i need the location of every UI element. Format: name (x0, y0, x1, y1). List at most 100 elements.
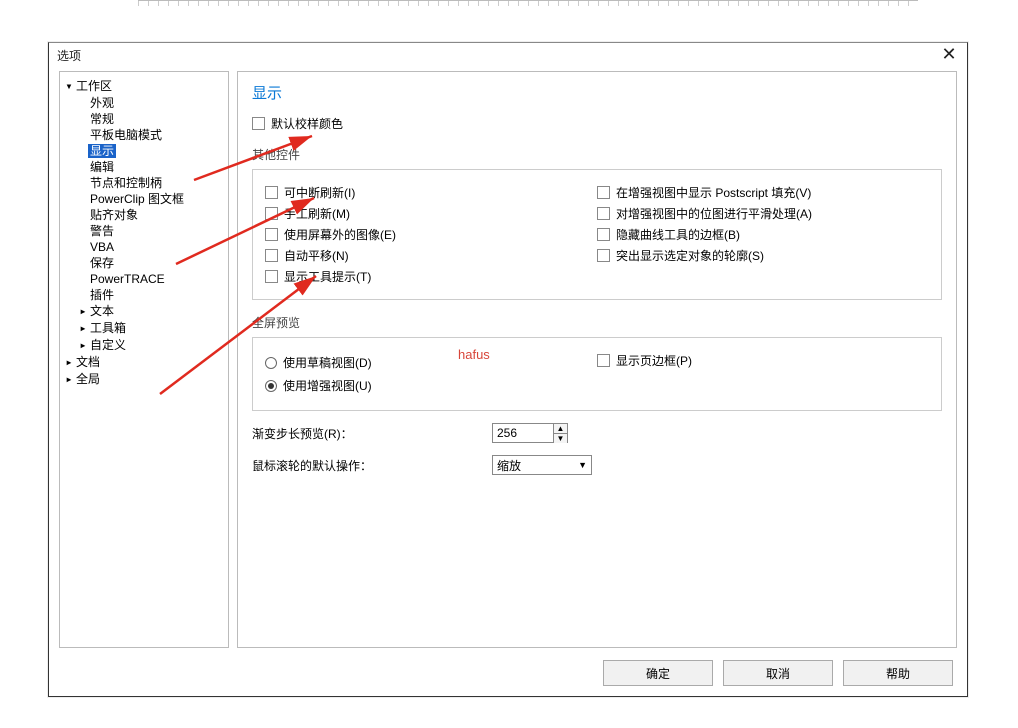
tree-item-label: PowerTRACE (88, 272, 167, 286)
checkbox-show-page-border[interactable]: 显示页边框(P) (597, 352, 929, 369)
spinner-up-icon[interactable]: ▲ (554, 424, 567, 434)
checkbox-row[interactable]: 显示工具提示(T) (265, 268, 597, 285)
checkbox-row[interactable]: 手工刷新(M) (265, 205, 597, 222)
tree-item-label: 自定义 (88, 338, 128, 352)
tree-item-label: 文档 (74, 355, 102, 369)
tree-expander-icon[interactable]: ▸ (78, 338, 88, 354)
tree-item[interactable]: 插件 (64, 287, 224, 303)
row-mouse-wheel: 鼠标滚轮的默认操作： 缩放 ▼ (252, 455, 942, 475)
spinner-down-icon[interactable]: ▼ (554, 434, 567, 443)
checkbox-label: 显示工具提示(T) (284, 268, 371, 285)
group-title: 其他控件 (252, 146, 942, 163)
tree-item-label: 全局 (74, 372, 102, 386)
checkbox-row[interactable]: 隐藏曲线工具的边框(B) (597, 226, 929, 243)
row-label: 鼠标滚轮的默认操作： (252, 457, 492, 474)
tree-item-label: PowerClip 图文框 (88, 192, 186, 206)
dialog-buttons: 确定 取消 帮助 (603, 660, 953, 686)
checkbox-label: 自动平移(N) (284, 247, 349, 264)
checkbox-label: 使用屏幕外的图像(E) (284, 226, 396, 243)
fountain-steps-input[interactable] (493, 424, 553, 442)
tree-item[interactable]: ▸全局 (64, 371, 224, 388)
radio-label: 使用草稿视图(D) (283, 354, 372, 371)
group-other-controls: 其他控件 可中断刷新(I) 手工刷新(M) 使用屏幕外的图像(E) 自动平移(N) 显示… (252, 146, 942, 300)
radio-enhanced-view[interactable]: 使用增强视图(U) (265, 377, 597, 394)
ruler-top (138, 0, 918, 6)
tree-item[interactable]: ▾工作区 (64, 78, 224, 95)
tree-expander-icon[interactable]: ▾ (64, 79, 74, 95)
tree-item[interactable]: 平板电脑模式 (64, 127, 224, 143)
checkbox-icon (265, 228, 278, 241)
radio-icon (265, 380, 277, 392)
fountain-steps-spinner[interactable]: ▲ ▼ (492, 423, 568, 443)
dialog-titlebar: 选项 ✕ (49, 43, 967, 69)
checkbox-icon (265, 270, 278, 283)
tree-item-label: 显示 (88, 144, 116, 158)
tree-expander-icon[interactable]: ▸ (78, 321, 88, 337)
row-fountain-steps: 渐变步长预览(R)： ▲ ▼ (252, 423, 942, 443)
tree-item-label: 工作区 (74, 79, 114, 93)
button-label: 帮助 (886, 665, 910, 682)
checkbox-row[interactable]: 突出显示选定对象的轮廓(S) (597, 247, 929, 264)
tree-item[interactable]: 贴齐对象 (64, 207, 224, 223)
tree-item-label: 保存 (88, 256, 116, 270)
checkbox-icon (597, 354, 610, 367)
tree-expander-icon[interactable]: ▸ (64, 355, 74, 371)
close-icon[interactable]: ✕ (939, 43, 959, 65)
tree-item-label: 平板电脑模式 (88, 128, 164, 142)
tree-item[interactable]: ▸自定义 (64, 337, 224, 354)
tree-expander-icon[interactable]: ▸ (64, 372, 74, 388)
tree-item[interactable]: PowerClip 图文框 (64, 191, 224, 207)
chevron-down-icon: ▼ (578, 460, 587, 470)
tree-item[interactable]: ▸工具箱 (64, 320, 224, 337)
checkbox-row[interactable]: 对增强视图中的位图进行平滑处理(A) (597, 205, 929, 222)
options-tree[interactable]: ▾工作区外观常规平板电脑模式显示编辑节点和控制柄PowerClip 图文框贴齐对… (59, 71, 229, 648)
group-fullscreen-preview: 全屏预览 使用草稿视图(D) 使用增强视图(U) (252, 314, 942, 411)
checkbox-label: 显示页边框(P) (616, 352, 692, 369)
tree-item-label: 节点和控制柄 (88, 176, 164, 190)
checkbox-default-proof-colors[interactable]: 默认校样颜色 (252, 115, 942, 132)
tree-item[interactable]: PowerTRACE (64, 271, 224, 287)
checkbox-label: 手工刷新(M) (284, 205, 350, 222)
tree-item[interactable]: 保存 (64, 255, 224, 271)
checkbox-row[interactable]: 可中断刷新(I) (265, 184, 597, 201)
tree-expander-icon[interactable]: ▸ (78, 304, 88, 320)
radio-draft-view[interactable]: 使用草稿视图(D) (265, 354, 597, 371)
checkbox-row[interactable]: 在增强视图中显示 Postscript 填充(V) (597, 184, 929, 201)
tree-item[interactable]: ▸文本 (64, 303, 224, 320)
radio-label: 使用增强视图(U) (283, 377, 372, 394)
tree-item-label: 贴齐对象 (88, 208, 140, 222)
checkbox-icon (265, 249, 278, 262)
checkbox-label: 突出显示选定对象的轮廓(S) (616, 247, 764, 264)
checkbox-icon (265, 186, 278, 199)
tree-item-label: 外观 (88, 96, 116, 110)
tree-item[interactable]: 节点和控制柄 (64, 175, 224, 191)
checkbox-label: 默认校样颜色 (271, 115, 343, 132)
row-label: 渐变步长预览(R)： (252, 425, 492, 442)
radio-icon (265, 357, 277, 369)
tree-item[interactable]: 常规 (64, 111, 224, 127)
ok-button[interactable]: 确定 (603, 660, 713, 686)
tree-item[interactable]: 外观 (64, 95, 224, 111)
help-button[interactable]: 帮助 (843, 660, 953, 686)
checkbox-row[interactable]: 自动平移(N) (265, 247, 597, 264)
tree-item[interactable]: 显示 (64, 143, 224, 159)
checkbox-icon (597, 228, 610, 241)
tree-item[interactable]: 警告 (64, 223, 224, 239)
cancel-button[interactable]: 取消 (723, 660, 833, 686)
display-panel: 显示 默认校样颜色 其他控件 可中断刷新(I) 手工刷新(M) 使用屏幕外的图像(E… (237, 71, 957, 648)
tree-item[interactable]: VBA (64, 239, 224, 255)
checkbox-icon (265, 207, 278, 220)
checkbox-label: 隐藏曲线工具的边框(B) (616, 226, 740, 243)
tree-item[interactable]: 编辑 (64, 159, 224, 175)
panel-heading: 显示 (252, 82, 942, 103)
tree-item-label: VBA (88, 240, 116, 254)
tree-item-label: 警告 (88, 224, 116, 238)
tree-item[interactable]: ▸文档 (64, 354, 224, 371)
checkbox-label: 在增强视图中显示 Postscript 填充(V) (616, 184, 811, 201)
mouse-wheel-select[interactable]: 缩放 ▼ (492, 455, 592, 475)
checkbox-icon (252, 117, 265, 130)
checkbox-icon (597, 186, 610, 199)
button-label: 取消 (766, 665, 790, 682)
checkbox-row[interactable]: 使用屏幕外的图像(E) (265, 226, 597, 243)
button-label: 确定 (646, 665, 670, 682)
